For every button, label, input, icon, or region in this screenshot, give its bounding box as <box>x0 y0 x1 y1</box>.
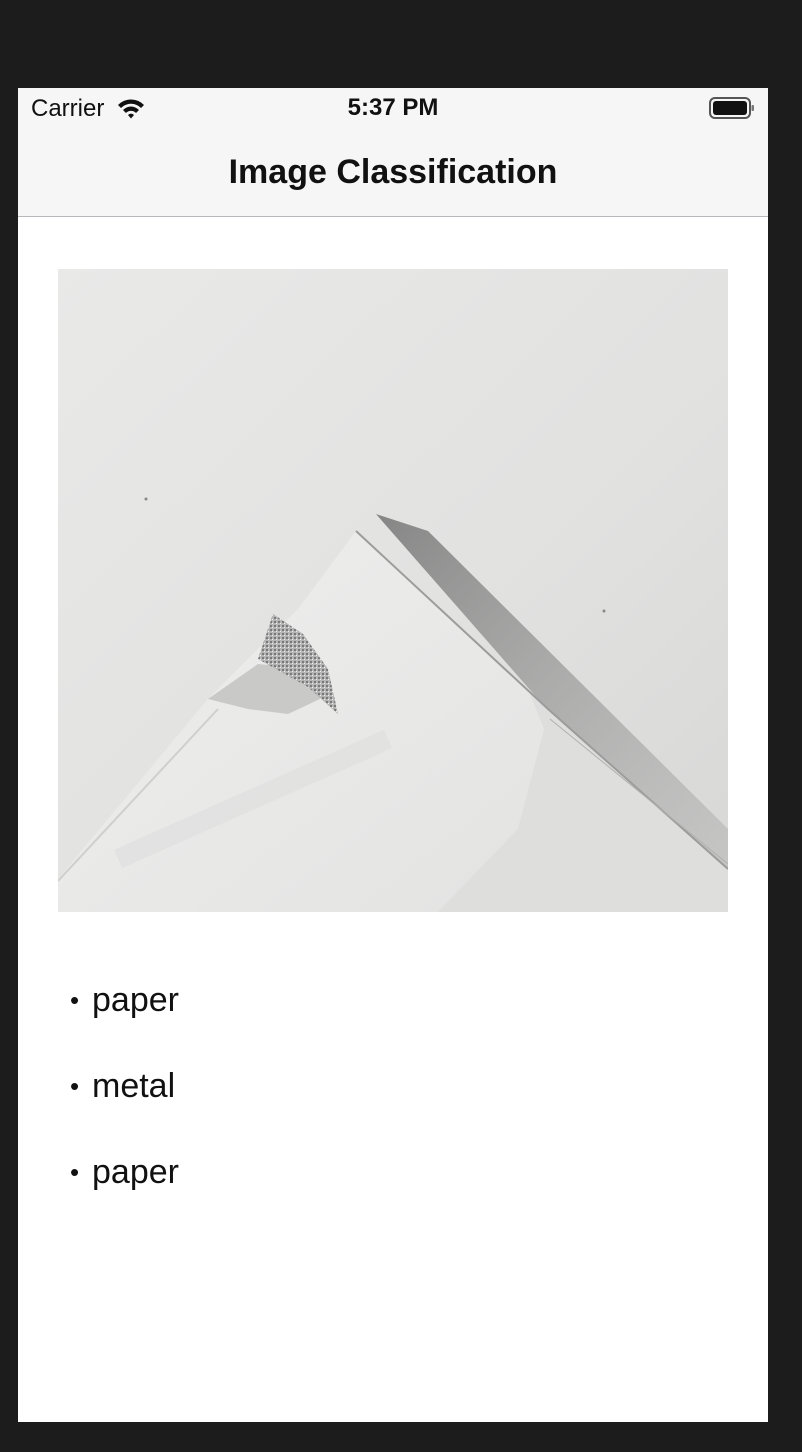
result-item: • metal <box>70 1066 179 1152</box>
bullet-icon: • <box>70 1071 80 1101</box>
app-screen: Carrier 5:37 PM Image Classification • p… <box>18 88 768 1422</box>
result-item: • paper <box>70 1152 179 1238</box>
battery-icon <box>709 96 755 120</box>
result-label: paper <box>92 981 179 1019</box>
page-title: Image Classification <box>228 153 558 191</box>
result-item: • paper <box>70 980 179 1066</box>
bullet-icon: • <box>70 985 80 1015</box>
result-label: paper <box>92 1153 179 1191</box>
navigation-bar: Carrier 5:37 PM Image Classification <box>18 88 768 217</box>
status-time: 5:37 PM <box>347 94 439 121</box>
classification-results: • paper • metal • paper <box>70 980 179 1238</box>
classified-image <box>58 269 728 912</box>
bullet-icon: • <box>70 1157 80 1187</box>
result-label: metal <box>92 1067 176 1105</box>
